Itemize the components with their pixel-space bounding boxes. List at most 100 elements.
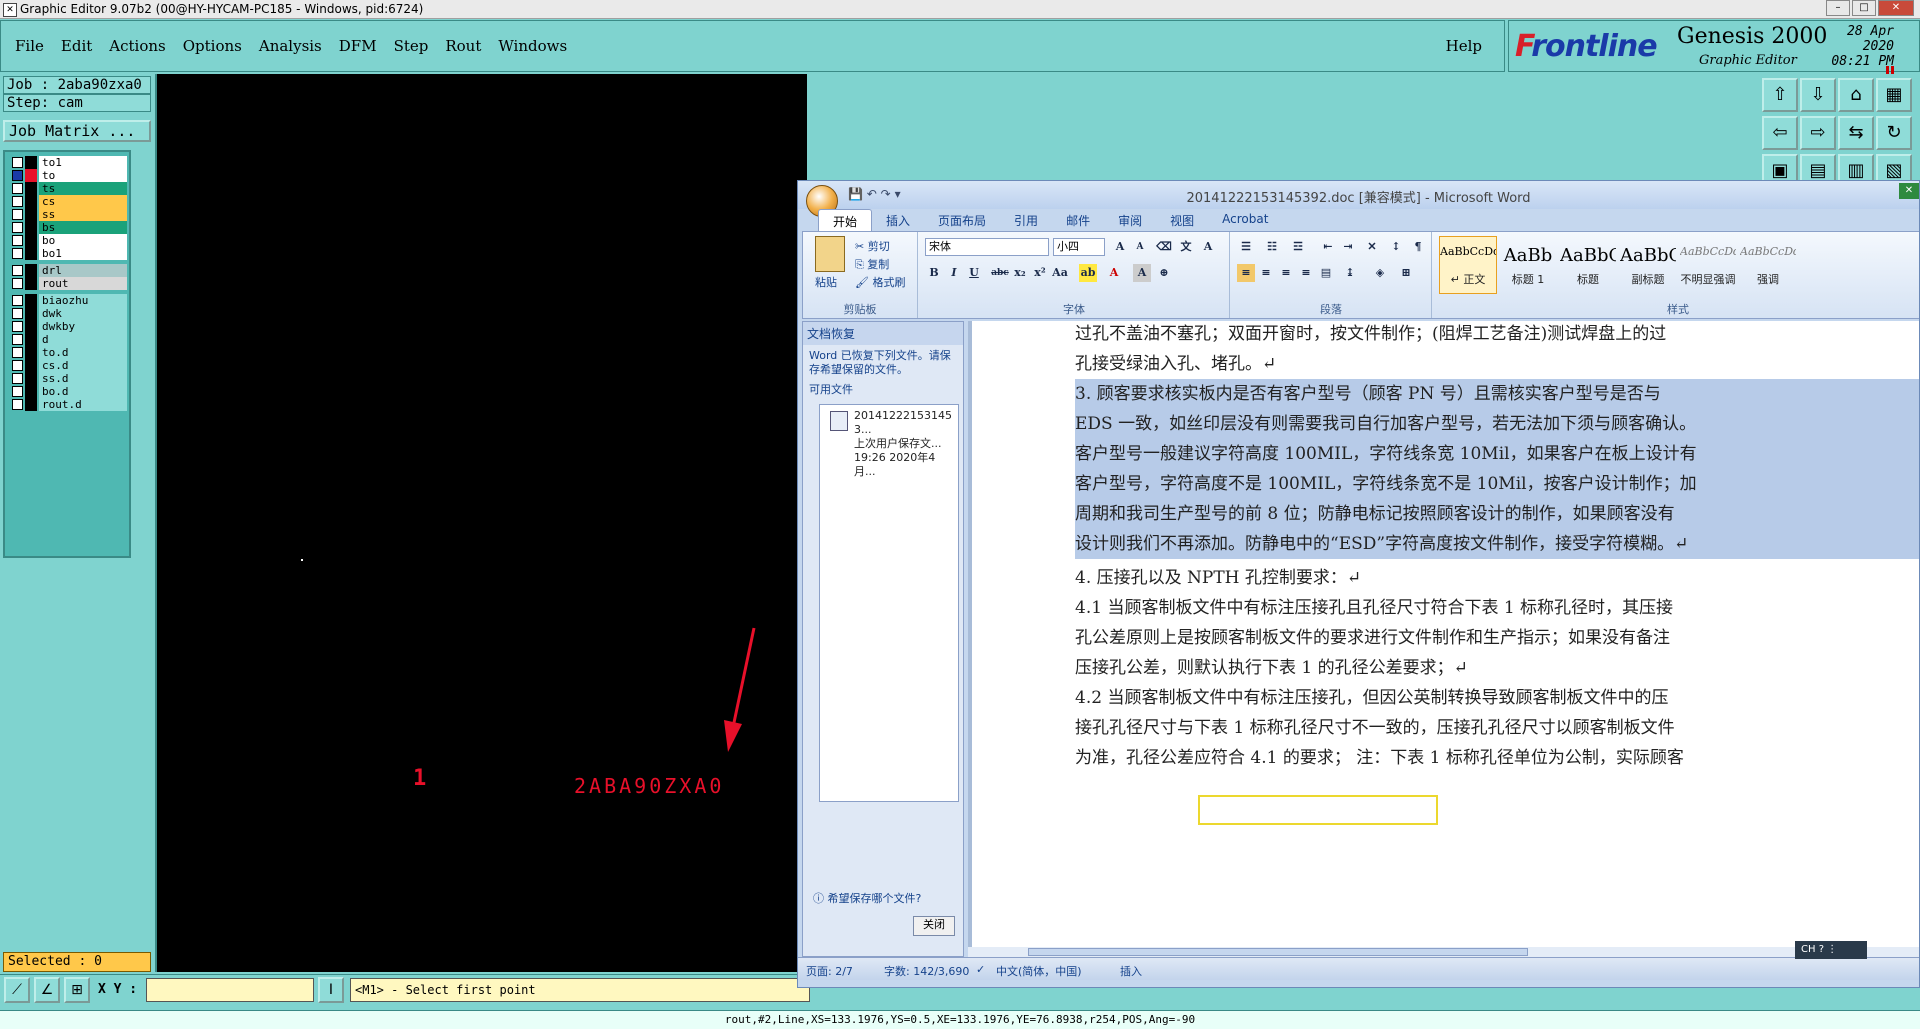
tool-up-icon[interactable]: ⇧ [1762,78,1798,112]
tool-grid-icon[interactable]: ▦ [1876,78,1912,112]
layer-row-dwkby[interactable]: dwkby [9,320,127,333]
multilevel-icon[interactable]: ☲ [1289,238,1307,256]
cursor-tool-icon[interactable]: I [318,977,344,1003]
tab-0[interactable]: 开始 [818,209,873,232]
tool-left-icon[interactable]: ⇦ [1762,116,1798,150]
layer-name[interactable]: bo.d [39,385,127,398]
tab-3[interactable]: 引用 [1000,209,1052,231]
style-item[interactable]: AaBbCcDd 强调 [1739,236,1797,294]
layer-name[interactable]: dwk [39,307,127,320]
superscript-icon[interactable]: x² [1031,264,1049,282]
layer-row-dwk[interactable]: dwk [9,307,127,320]
layer-name[interactable]: to [39,169,127,182]
layer-name[interactable]: drl [39,264,127,277]
layer-name[interactable]: ss.d [39,372,127,385]
format-painter-button[interactable]: 🖌 格式刷 [855,274,905,290]
layer-checkbox[interactable] [12,386,23,397]
style-item[interactable]: AaBbC标题 [1559,236,1617,294]
tab-4[interactable]: 邮件 [1052,209,1104,231]
recovery-close-button[interactable]: 关闭 [913,916,955,936]
line-tool-icon[interactable]: ⟋ [4,977,30,1003]
layer-name[interactable]: ss [39,208,127,221]
grow-font-icon[interactable]: A [1111,238,1129,256]
layer-name[interactable]: cs [39,195,127,208]
highlight-icon[interactable]: ab [1079,264,1097,282]
layer-checkbox[interactable] [12,278,23,289]
char-border-icon[interactable]: A [1199,238,1217,256]
layer-row-to-d[interactable]: to.d [9,346,127,359]
menu-options[interactable]: Options [183,37,242,55]
layer-checkbox[interactable] [12,265,23,276]
document-area[interactable]: 过孔不盖油不塞孔；双面开窗时，按文件制作；(阻焊工艺备注)测试焊盘上的过 孔接受绿… [968,321,1919,949]
style-item[interactable]: AaBbCcDd 不明显强调 [1679,236,1737,294]
layer-name[interactable]: to.d [39,346,127,359]
layer-row-bs[interactable]: bs [9,221,127,234]
menu-rout[interactable]: Rout [445,37,481,55]
menu-step[interactable]: Step [394,37,429,55]
layer-checkbox[interactable] [12,360,23,371]
layer-checkbox[interactable] [12,248,23,259]
font-color-icon[interactable]: A [1105,264,1123,282]
chinese-layout-icon[interactable]: ✕ [1363,238,1381,256]
page-indicator[interactable]: 页面: 2/7 [806,963,853,979]
distribute-icon[interactable]: ▤ [1317,264,1335,282]
layer-name[interactable]: rout.d [39,398,127,411]
insert-mode[interactable]: 插入 [1120,963,1142,979]
sort-icon[interactable]: ↕ [1387,238,1405,256]
clear-format-icon[interactable]: ⌫ [1155,238,1173,256]
layer-row-rout-d[interactable]: rout.d [9,398,127,411]
style-item[interactable]: AaBb 标题 1 [1499,236,1557,294]
layer-row-biaozhu[interactable]: biaozhu [9,294,127,307]
layer-name[interactable]: bo [39,234,127,247]
layer-row-ss-d[interactable]: ss.d [9,372,127,385]
layer-checkbox[interactable] [12,334,23,345]
paste-icon[interactable] [815,236,845,272]
menu-actions[interactable]: Actions [109,37,165,55]
font-name-select[interactable]: 宋体 [925,238,1049,256]
layer-row-cs[interactable]: cs [9,195,127,208]
layer-checkbox[interactable] [12,373,23,384]
align-center-icon[interactable]: ≡ [1257,264,1275,282]
layer-checkbox[interactable] [12,170,23,181]
layer-name[interactable]: biaozhu [39,294,127,307]
tool-home-icon[interactable]: ⌂ [1838,78,1874,112]
layer-checkbox[interactable] [12,347,23,358]
change-case-icon[interactable]: Aa [1051,264,1069,282]
layer-checkbox[interactable] [12,209,23,220]
ime-toolbar[interactable]: CH ? ⋮ [1795,941,1867,959]
tab-2[interactable]: 页面布局 [924,209,1000,231]
which-file-link[interactable]: ⓘ 希望保存哪个文件? [813,890,921,906]
layer-name[interactable]: to1 [39,156,127,169]
tab-1[interactable]: 插入 [872,209,924,231]
copy-button[interactable]: ⎘ 复制 [855,256,889,272]
layer-row-bo1[interactable]: bo1 [9,247,127,260]
layer-checkbox[interactable] [12,321,23,332]
job-matrix-button[interactable]: Job Matrix ... [3,120,151,142]
word-close-icon[interactable]: ✕ [1899,183,1919,199]
layer-name[interactable]: bs [39,221,127,234]
shading-icon[interactable]: ◈ [1371,264,1389,282]
menu-windows[interactable]: Windows [498,37,567,55]
close-button[interactable]: ✕ [1878,0,1914,16]
tab-5[interactable]: 审阅 [1104,209,1156,231]
layer-name[interactable]: rout [39,277,127,290]
tool-down-icon[interactable]: ⇩ [1800,78,1836,112]
tool-mirror-icon[interactable]: ⇆ [1838,116,1874,150]
tab-7[interactable]: Acrobat [1208,209,1282,231]
layer-row-to1[interactable]: to1 [9,156,127,169]
menu-help[interactable]: Help [1446,37,1482,55]
layer-row-bo[interactable]: bo [9,234,127,247]
subscript-icon[interactable]: x₂ [1011,264,1029,282]
layer-checkbox[interactable] [12,157,23,168]
justify-icon[interactable]: ≡ [1297,264,1315,282]
enclose-char-icon[interactable]: ⊕ [1155,264,1173,282]
increase-indent-icon[interactable]: ⇥ [1339,238,1357,256]
layer-row-ss[interactable]: ss [9,208,127,221]
shrink-font-icon[interactable]: A [1131,238,1149,256]
layer-row-cs-d[interactable]: cs.d [9,359,127,372]
strikethrough-icon[interactable]: abc [991,264,1009,282]
layer-checkbox[interactable] [12,295,23,306]
layer-row-ts[interactable]: ts [9,182,127,195]
style-item[interactable]: AaBbC副标题 [1619,236,1677,294]
minimize-button[interactable]: – [1826,0,1850,16]
